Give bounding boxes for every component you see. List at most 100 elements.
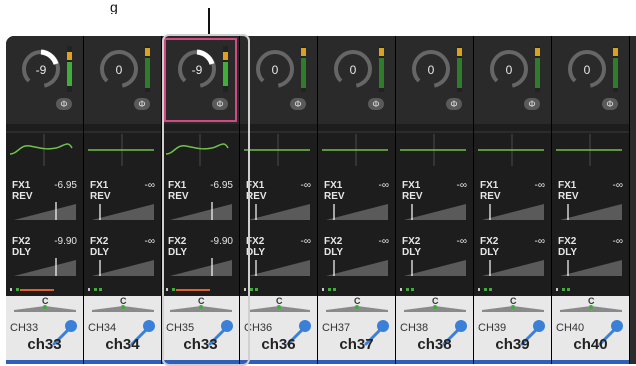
channel-strip-ch36[interactable]: 0 Φ FX1 REV -∞ FX2 DLY -∞ C CH36 ch36 [240,36,318,364]
channel-color-bar [396,360,473,364]
channel-id: CH40 [556,322,585,334]
pan-center-label: C [588,296,595,306]
channel-name: ch33 [183,336,218,353]
fx2-send[interactable]: FX2 DLY -∞ [240,232,317,288]
channel-name: ch36 [261,336,296,353]
fx1-label: FX1 REV [168,180,189,202]
fx2-send[interactable]: FX2 DLY -∞ [84,232,161,288]
phase-icon[interactable]: Φ [290,98,306,110]
channel-name: ch38 [417,336,452,353]
eq-graph[interactable] [474,130,551,170]
phase-icon[interactable]: Φ [368,98,384,110]
fx2-level-ramp[interactable] [482,256,544,278]
fx2-level-ramp[interactable] [170,256,232,278]
fx1-value: -6.95 [54,180,77,191]
phase-icon[interactable]: Φ [446,98,462,110]
eq-graph[interactable] [552,130,629,170]
gain-section[interactable]: 0 Φ [84,36,161,124]
fx1-send[interactable]: FX1 REV -6.95 [162,176,239,232]
gain-section[interactable]: 0 Φ [318,36,395,124]
fx1-level-ramp[interactable] [482,200,544,222]
channel-name-area[interactable]: C CH36 ch36 [240,296,317,364]
channel-name-area[interactable]: C CH37 ch37 [318,296,395,364]
fx1-level-ramp[interactable] [326,200,388,222]
pan-center-label: C [42,296,49,306]
fx2-label: FX2 DLY [402,236,422,258]
channel-name-area[interactable]: C CH34 ch34 [84,296,161,364]
fx2-label: FX2 DLY [324,236,344,258]
gain-section[interactable]: 0 Φ [552,36,629,124]
fx2-value: -∞ [378,236,389,247]
fx1-level-ramp[interactable] [14,200,76,222]
phase-icon[interactable]: Φ [602,98,618,110]
phase-icon[interactable]: Φ [56,98,72,110]
fx1-send[interactable]: FX1 REV -∞ [396,176,473,232]
fx1-value: -∞ [456,180,467,191]
fx1-send[interactable]: FX1 REV -∞ [552,176,629,232]
eq-graph[interactable] [84,130,161,170]
channel-strip-ch34[interactable]: 0 Φ FX1 REV -∞ FX2 DLY -∞ C CH34 ch34 [84,36,162,364]
fx2-send[interactable]: FX2 DLY -∞ [552,232,629,288]
channel-id: CH38 [400,322,429,334]
fx1-label: FX1 REV [324,180,345,202]
signal-indicator [322,288,336,291]
fx1-label: FX1 REV [402,180,423,202]
fx2-send[interactable]: FX2 DLY -9.90 [162,232,239,288]
fx1-send[interactable]: FX1 REV -6.95 [6,176,83,232]
phase-icon[interactable]: Φ [524,98,540,110]
fx2-value: -∞ [300,236,311,247]
fx2-send[interactable]: FX2 DLY -9.90 [6,232,83,288]
channel-strip-ch37[interactable]: 0 Φ FX1 REV -∞ FX2 DLY -∞ C CH37 ch37 [318,36,396,364]
scrollbar[interactable] [630,36,636,364]
phase-icon[interactable]: Φ [134,98,150,110]
fx2-level-ramp[interactable] [404,256,466,278]
signal-indicator [478,288,492,291]
fx2-level-ramp[interactable] [248,256,310,278]
eq-graph[interactable] [396,130,473,170]
fx2-send[interactable]: FX2 DLY -∞ [474,232,551,288]
fx2-send[interactable]: FX2 DLY -∞ [396,232,473,288]
channel-strip-ch33[interactable]: -9 Φ FX1 REV -6.95 FX2 DLY -9.90 [6,36,84,364]
channel-name-area[interactable]: C CH38 ch38 [396,296,473,364]
channel-name-area[interactable]: C CH39 ch39 [474,296,551,364]
fx1-send[interactable]: FX1 REV -∞ [240,176,317,232]
gain-section[interactable]: 0 Φ [240,36,317,124]
fx1-label: FX1 REV [480,180,501,202]
pan-center-label: C [432,296,439,306]
fx1-level-ramp[interactable] [404,200,466,222]
fx1-level-ramp[interactable] [248,200,310,222]
channel-id: CH35 [166,322,195,334]
channel-name-area[interactable]: C CH33 ch33 [6,296,83,364]
eq-graph[interactable] [162,130,239,170]
channel-strip-ch33[interactable]: -9 Φ FX1 REV -6.95 FX2 DLY -9.90 [162,36,240,364]
channel-name-area[interactable]: C CH40 ch40 [552,296,629,364]
channel-strip-ch40[interactable]: 0 Φ FX1 REV -∞ FX2 DLY -∞ C CH40 ch40 [552,36,630,364]
gain-section[interactable]: -9 Φ [6,36,83,124]
fx1-send[interactable]: FX1 REV -∞ [84,176,161,232]
gain-section[interactable]: 0 Φ [396,36,473,124]
fx2-level-ramp[interactable] [560,256,622,278]
fx2-send[interactable]: FX2 DLY -∞ [318,232,395,288]
eq-graph[interactable] [6,130,83,170]
fx2-level-ramp[interactable] [92,256,154,278]
fx2-level-ramp[interactable] [14,256,76,278]
gain-section[interactable]: 0 Φ [474,36,551,124]
eq-graph[interactable] [240,130,317,170]
fx1-send[interactable]: FX1 REV -∞ [318,176,395,232]
gain-section[interactable]: -9 Φ [162,36,239,124]
channel-strip-ch39[interactable]: 0 Φ FX1 REV -∞ FX2 DLY -∞ C CH39 ch39 [474,36,552,364]
signal-indicator [10,288,54,291]
signal-indicator [556,288,570,291]
channel-strip-ch38[interactable]: 0 Φ FX1 REV -∞ FX2 DLY -∞ C CH38 ch38 [396,36,474,364]
eq-graph[interactable] [318,130,395,170]
fx2-level-ramp[interactable] [326,256,388,278]
fx1-level-ramp[interactable] [92,200,154,222]
channel-name: ch33 [27,336,62,353]
fx1-level-ramp[interactable] [560,200,622,222]
callout-line [208,8,210,34]
fx1-send[interactable]: FX1 REV -∞ [474,176,551,232]
fx1-level-ramp[interactable] [170,200,232,222]
gain-value: 0 [115,63,123,77]
channel-id: CH37 [322,322,351,334]
channel-name-area[interactable]: C CH35 ch33 [162,296,239,364]
